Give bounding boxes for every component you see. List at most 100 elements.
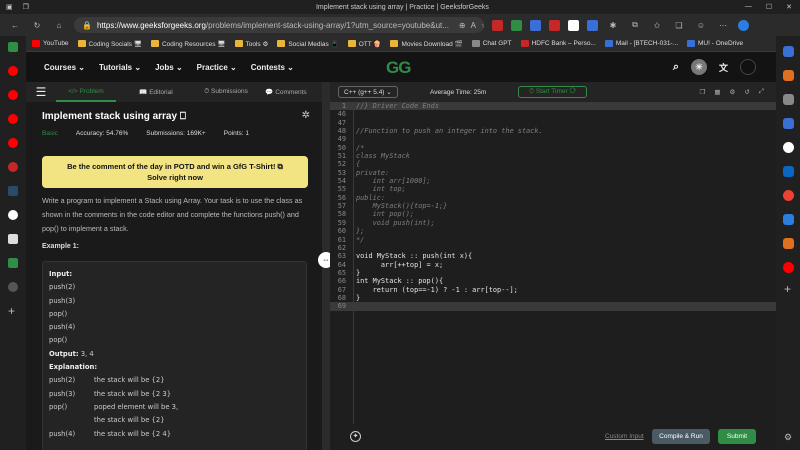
custom-input-link[interactable]: Custom Input (605, 433, 644, 440)
report-bug-icon[interactable]: ✲ (302, 110, 310, 121)
code-line[interactable]: 1//} Driver Code Ends (330, 102, 776, 111)
code-line[interactable]: 63 void MyStack :: push(int x){ (330, 252, 776, 260)
active-tab-icon[interactable] (8, 42, 18, 52)
address-bar[interactable]: 🔒 https://www.geeksforgeeks.org/problems… (74, 17, 484, 33)
site-tab-icon[interactable] (8, 162, 18, 172)
code-line[interactable]: 69 (330, 302, 776, 311)
search-sidebar-icon[interactable] (783, 46, 794, 57)
shopping-icon[interactable] (783, 70, 794, 81)
site-tab-icon[interactable] (8, 234, 18, 244)
bookmark-folder[interactable]: Coding Resources 🖥 (150, 40, 226, 48)
code-line[interactable]: 52{ (330, 160, 776, 168)
code-line[interactable]: 68} (330, 294, 776, 302)
bookmark-icon[interactable]: ⎕ (180, 111, 186, 122)
code-line[interactable]: 56 public: (330, 194, 776, 202)
submit-button[interactable]: Submit (718, 429, 756, 444)
copilot-icon[interactable] (738, 19, 749, 31)
panel-splitter[interactable]: ⇔ (318, 82, 334, 450)
favorites-icon[interactable]: ✩ (650, 21, 664, 30)
extension-shield-icon[interactable] (511, 19, 522, 31)
code-line[interactable]: 64 arr[++top] = x; (330, 261, 776, 269)
github-icon[interactable] (783, 142, 794, 153)
code-line[interactable]: 65} (330, 269, 776, 277)
youtube-tab-icon[interactable] (8, 66, 18, 76)
collections-icon[interactable]: ❏ (672, 21, 686, 30)
fullscreen-icon[interactable]: ⤢ (759, 88, 764, 96)
bookmark-item[interactable]: Chat GPT (471, 40, 512, 47)
site-tab-icon[interactable] (8, 282, 18, 292)
bookmark-folder[interactable]: Movies Download 🎬 (390, 40, 463, 48)
code-editor[interactable]: 1//} Driver Code Ends 46 47 48//Function to… (330, 102, 776, 424)
games-icon[interactable] (783, 118, 794, 129)
site-tab-icon[interactable] (8, 210, 18, 220)
extension-icon[interactable] (492, 19, 503, 31)
potd-banner[interactable]: Be the comment of the day in POTD and wi… (42, 156, 308, 188)
sidebar-settings-icon[interactable]: ⚙ (784, 432, 792, 443)
hamburger-menu-icon[interactable]: ☰ (26, 85, 56, 99)
back-icon[interactable]: ← (8, 21, 22, 30)
search-icon[interactable]: ⌕ (673, 61, 679, 74)
code-line[interactable]: 58 int pop(); (330, 210, 776, 218)
code-line[interactable]: 61 */ (330, 236, 776, 244)
extension-icon[interactable] (587, 19, 598, 31)
outlook-icon[interactable] (783, 214, 794, 225)
avatar[interactable] (740, 59, 756, 75)
code-lines[interactable]: 1//} Driver Code Ends 46 47 48//Function to… (330, 102, 776, 311)
code-line[interactable]: 57 MyStack(){top=-1;} (330, 202, 776, 210)
close-window-button[interactable]: ✕ (786, 3, 792, 11)
settings-icon[interactable]: ⚙ (730, 88, 736, 96)
tab-editorial[interactable]: 📖 Editorial (126, 88, 186, 96)
extension-icon[interactable] (568, 19, 579, 31)
favorite-star-icon[interactable]: ☆ (481, 21, 484, 30)
bookmark-item[interactable]: MU! - OneDrive (687, 40, 743, 47)
extensions-puzzle-icon[interactable]: ✱ (606, 21, 620, 30)
code-line[interactable]: 55 int top; (330, 185, 776, 193)
tab-actions-icon[interactable]: ❐ (23, 3, 29, 11)
code-line[interactable]: 48//Function to push an integer into the… (330, 127, 776, 135)
split-screen-icon[interactable]: ⧉ (628, 20, 642, 30)
copy-icon[interactable]: ❐ (700, 88, 706, 96)
code-line[interactable]: 54 int arr[1000]; (330, 177, 776, 185)
lightbulb-icon[interactable]: ✦ (350, 431, 361, 442)
more-menu-icon[interactable]: ⋯ (716, 21, 730, 30)
site-tab-icon[interactable] (8, 258, 18, 268)
tab-problem[interactable]: </> Problem (56, 82, 116, 102)
language-select[interactable]: C++ (g++ 5.4) ⌄ (338, 86, 398, 98)
code-line[interactable]: 46 (330, 110, 776, 118)
code-line[interactable]: 62 (330, 244, 776, 252)
reload-icon[interactable]: ↻ (30, 21, 44, 30)
bookmark-folder[interactable]: Tools ⚙ (234, 40, 268, 48)
code-line[interactable]: 53 private: (330, 169, 776, 177)
extension-icon[interactable] (549, 19, 560, 31)
translate-icon[interactable]: 文 (719, 61, 728, 74)
tab-submissions[interactable]: ⏱ Submissions (196, 88, 256, 96)
reset-icon[interactable]: ↺ (744, 88, 749, 96)
code-line[interactable]: 60}; (330, 227, 776, 235)
nav-courses[interactable]: Courses ⌄ (44, 63, 85, 72)
google-icon[interactable] (783, 190, 794, 201)
nav-contests[interactable]: Contests ⌄ (251, 63, 294, 72)
extension-icon[interactable] (530, 19, 541, 31)
code-line[interactable]: 50/* (330, 144, 776, 152)
workspaces-icon[interactable]: ▣ (6, 3, 13, 11)
minimize-button[interactable]: — (745, 3, 752, 11)
code-line[interactable]: 67 return (top==-1) ? -1 : arr[top--]; (330, 286, 776, 294)
theme-toggle-icon[interactable]: ☀ (690, 59, 707, 75)
bookmark-item[interactable]: HDFC Bank – Perso... (520, 40, 596, 47)
compile-run-button[interactable]: Compile & Run (652, 429, 710, 444)
bookmark-item[interactable]: Mail - [BTECH-031-... (604, 40, 678, 47)
home-icon[interactable]: ⌂ (52, 21, 66, 30)
code-line[interactable]: 49 (330, 135, 776, 143)
bookmark-folder[interactable]: OTT 🍿 (347, 40, 381, 48)
add-sidebar-app-icon[interactable]: + (784, 282, 791, 296)
gfg-logo[interactable]: GG (386, 58, 411, 78)
youtube-tab-icon[interactable] (8, 90, 18, 100)
linkedin-icon[interactable] (783, 166, 794, 177)
zoom-icon[interactable]: ⊕ (459, 21, 466, 30)
new-tab-plus-icon[interactable]: + (8, 304, 15, 318)
gfg-tab-icon[interactable] (8, 186, 18, 196)
start-timer-button[interactable]: ⏱ Start Timer ⟳ (518, 86, 588, 98)
office-icon[interactable] (783, 238, 794, 249)
nav-jobs[interactable]: Jobs ⌄ (155, 63, 183, 72)
tab-comments[interactable]: 💬 Comments (256, 88, 316, 96)
